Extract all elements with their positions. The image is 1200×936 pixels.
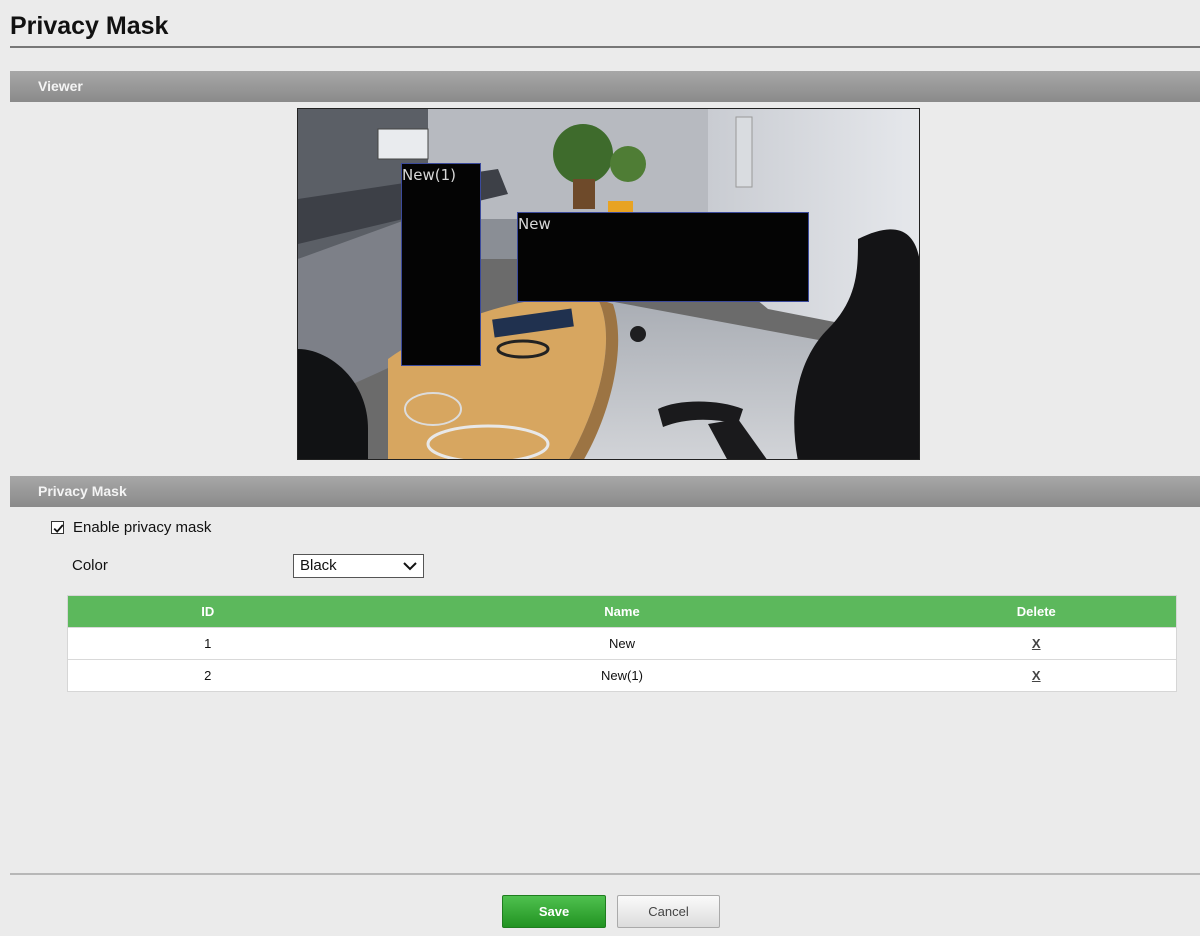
delete-link[interactable]: X [1032, 636, 1041, 651]
row-name: New(1) [601, 668, 643, 683]
privacy-mask-region[interactable]: New(1) [401, 163, 481, 366]
privacy-mask-region[interactable]: New [517, 212, 809, 302]
column-header-name: Name [604, 604, 640, 619]
row-id: 1 [204, 636, 212, 651]
checkmark-icon [53, 523, 64, 533]
viewer-section-header: Viewer [10, 71, 1200, 102]
enable-privacy-mask-row[interactable]: Enable privacy mask [51, 518, 211, 536]
page-title: Privacy Mask [10, 12, 169, 40]
cancel-button[interactable]: Cancel [617, 895, 720, 928]
footer-divider [10, 873, 1200, 875]
mask-label: New [518, 215, 551, 233]
color-label: Color [72, 557, 108, 574]
table-row[interactable]: 1 New X [68, 627, 1176, 659]
camera-viewer[interactable]: New(1) New [297, 108, 920, 460]
table-header: ID Name Delete [68, 596, 1176, 627]
row-name: New [609, 636, 636, 651]
table-row[interactable]: 2 New(1) X [68, 659, 1176, 691]
column-header-delete: Delete [1016, 604, 1056, 619]
column-header-id: ID [201, 604, 215, 619]
chevron-down-icon [403, 562, 417, 571]
privacy-mask-section-header: Privacy Mask [10, 476, 1200, 507]
enable-privacy-mask-checkbox[interactable] [51, 520, 64, 534]
save-button[interactable]: Save [502, 895, 606, 928]
delete-link[interactable]: X [1032, 668, 1041, 683]
title-divider [10, 46, 1200, 48]
color-select-value: Black [300, 557, 337, 574]
row-id: 2 [204, 668, 212, 683]
privacy-mask-table: ID Name Delete 1 New X 2 New(1) X [67, 595, 1177, 692]
mask-label: New(1) [402, 166, 456, 184]
enable-privacy-mask-label: Enable privacy mask [73, 518, 212, 536]
color-select[interactable]: Black [293, 554, 424, 578]
